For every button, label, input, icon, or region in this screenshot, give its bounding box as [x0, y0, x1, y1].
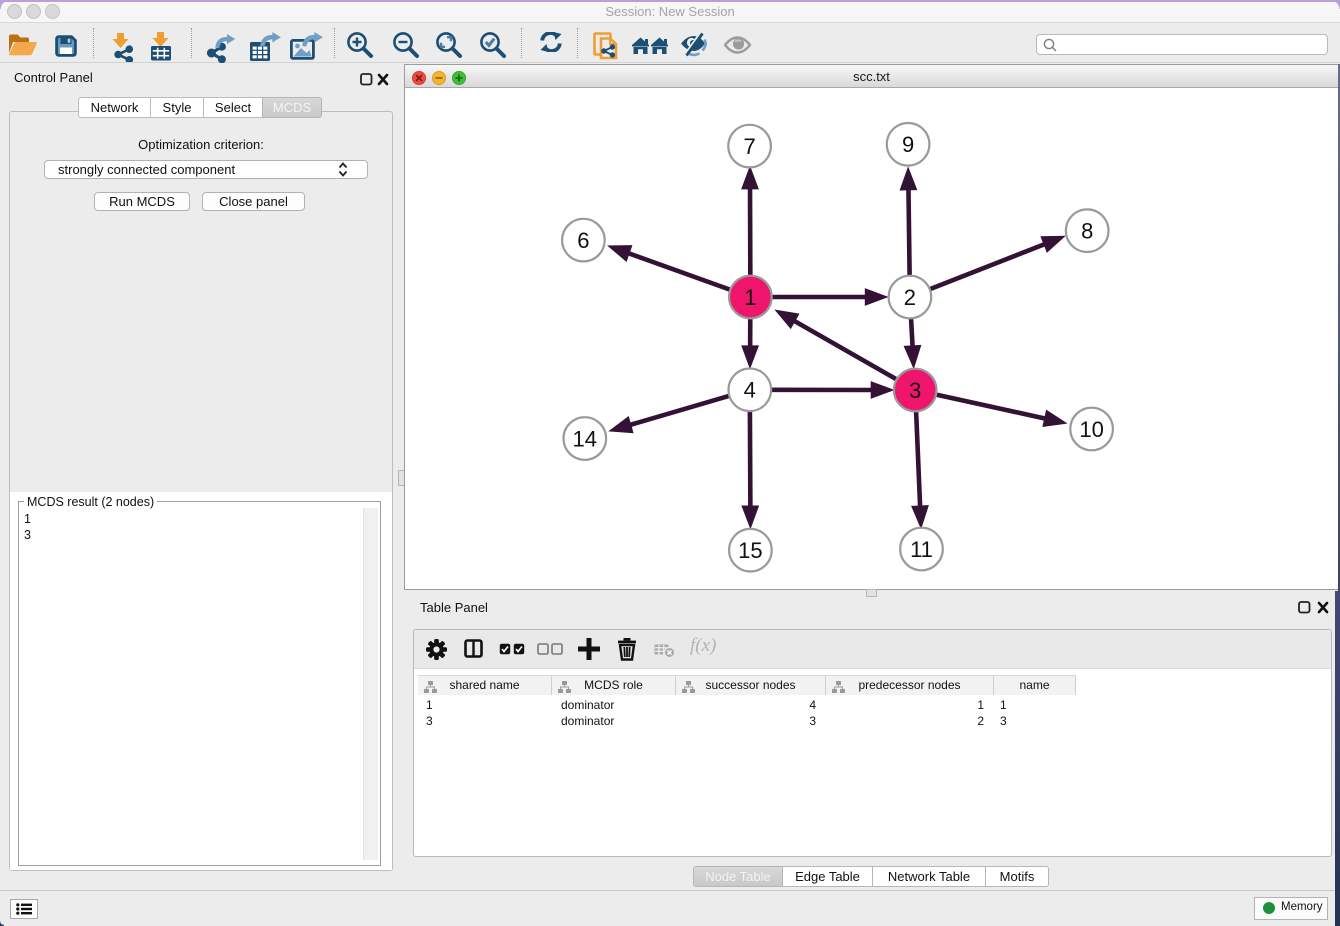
svg-text:1: 1 — [744, 285, 756, 310]
svg-text:6: 6 — [577, 228, 589, 253]
svg-text:3: 3 — [909, 378, 921, 403]
svg-text:15: 15 — [738, 538, 762, 563]
svg-text:8: 8 — [1081, 219, 1093, 244]
svg-text:7: 7 — [743, 134, 755, 159]
svg-text:10: 10 — [1079, 417, 1103, 442]
svg-text:2: 2 — [904, 285, 916, 310]
svg-text:9: 9 — [902, 132, 914, 157]
svg-text:4: 4 — [744, 378, 756, 403]
svg-text:14: 14 — [573, 426, 597, 451]
svg-text:11: 11 — [910, 537, 933, 562]
